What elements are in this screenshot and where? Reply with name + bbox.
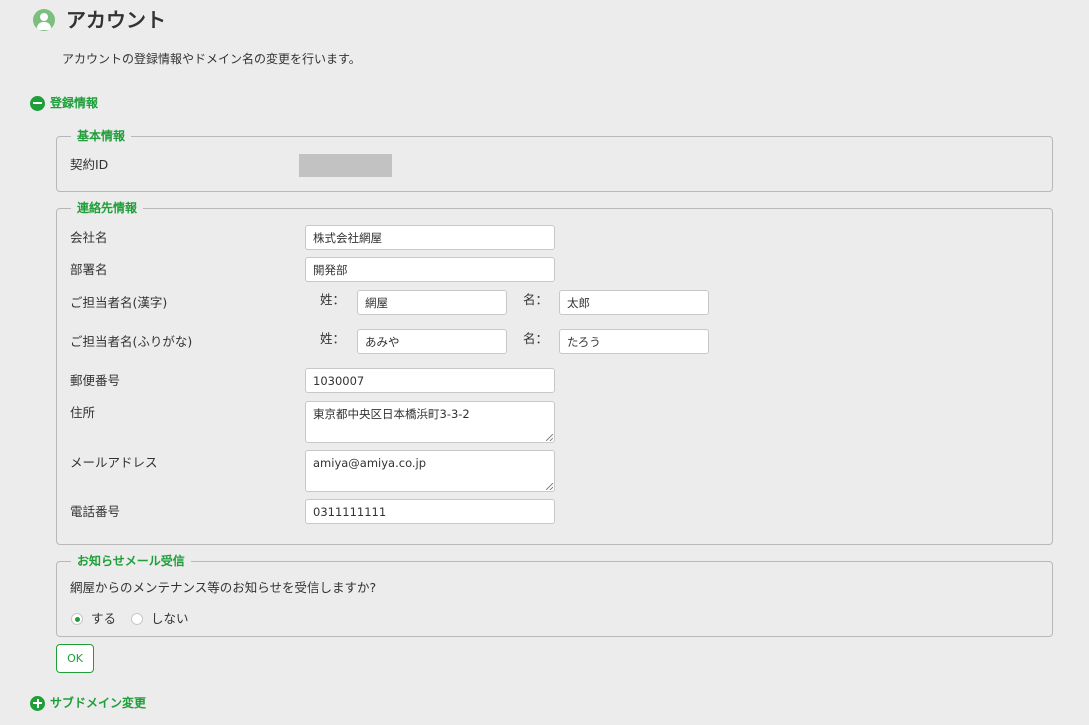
registration-section-toggle[interactable]: 登録情報 <box>30 95 98 111</box>
postal-code-label: 郵便番号 <box>70 373 121 388</box>
name-kanji-label: ご担当者名(漢字) <box>70 295 168 310</box>
name-kana-label: ご担当者名(ふりがな) <box>70 334 193 349</box>
last-name-kana-input[interactable] <box>357 329 507 354</box>
notify-yes-radio[interactable] <box>71 613 83 625</box>
page-title: アカウント <box>66 8 166 32</box>
first-name-kanji-label: 名： <box>523 292 549 307</box>
subdomain-section-toggle[interactable]: サブドメイン変更 <box>30 695 146 711</box>
phone-label: 電話番号 <box>70 504 121 519</box>
notification-question: 網屋からのメンテナンス等のお知らせを受信しますか? <box>70 580 377 595</box>
address-textarea[interactable]: 東京都中央区日本橋浜町3-3-2 <box>305 401 555 443</box>
subdomain-section-label: サブドメイン変更 <box>50 696 147 710</box>
notify-no-radio[interactable] <box>131 613 143 625</box>
company-label: 会社名 <box>70 230 108 245</box>
page-description: アカウントの登録情報やドメイン名の変更を行います。 <box>62 52 361 66</box>
contract-id-label: 契約ID <box>70 157 109 172</box>
first-name-kanji-input[interactable] <box>559 290 709 315</box>
address-label: 住所 <box>70 405 96 420</box>
notification-fieldset: お知らせメール受信 <box>56 552 1053 637</box>
contact-info-legend: 連絡先情報 <box>71 199 144 217</box>
account-user-icon <box>33 9 55 31</box>
department-input[interactable] <box>305 257 555 282</box>
email-textarea-wrap: amiya@amiya.co.jp <box>305 450 555 492</box>
ok-button[interactable]: OK <box>56 644 94 673</box>
notify-no-label[interactable]: しない <box>151 611 189 627</box>
collapse-minus-icon <box>30 95 45 111</box>
resize-grip-icon[interactable] <box>546 483 553 490</box>
department-label: 部署名 <box>70 262 108 277</box>
company-input[interactable] <box>305 225 555 250</box>
last-name-kana-label: 姓： <box>320 331 346 346</box>
basic-info-legend: 基本情報 <box>71 127 132 145</box>
last-name-kanji-label: 姓： <box>320 292 346 307</box>
basic-info-fieldset: 基本情報 <box>56 127 1053 192</box>
first-name-kana-label: 名： <box>523 331 549 346</box>
postal-code-input[interactable] <box>305 368 555 393</box>
email-textarea[interactable]: amiya@amiya.co.jp <box>305 450 555 492</box>
notification-legend: お知らせメール受信 <box>71 552 191 570</box>
last-name-kanji-input[interactable] <box>357 290 507 315</box>
notify-yes-label[interactable]: する <box>91 611 116 627</box>
email-label: メールアドレス <box>70 455 158 470</box>
first-name-kana-input[interactable] <box>559 329 709 354</box>
address-textarea-wrap: 東京都中央区日本橋浜町3-3-2 <box>305 401 555 443</box>
resize-grip-icon[interactable] <box>546 434 553 441</box>
registration-section-label: 登録情報 <box>50 96 99 110</box>
contract-id-value-masked <box>299 154 392 177</box>
phone-input[interactable] <box>305 499 555 524</box>
expand-plus-icon <box>30 695 45 711</box>
